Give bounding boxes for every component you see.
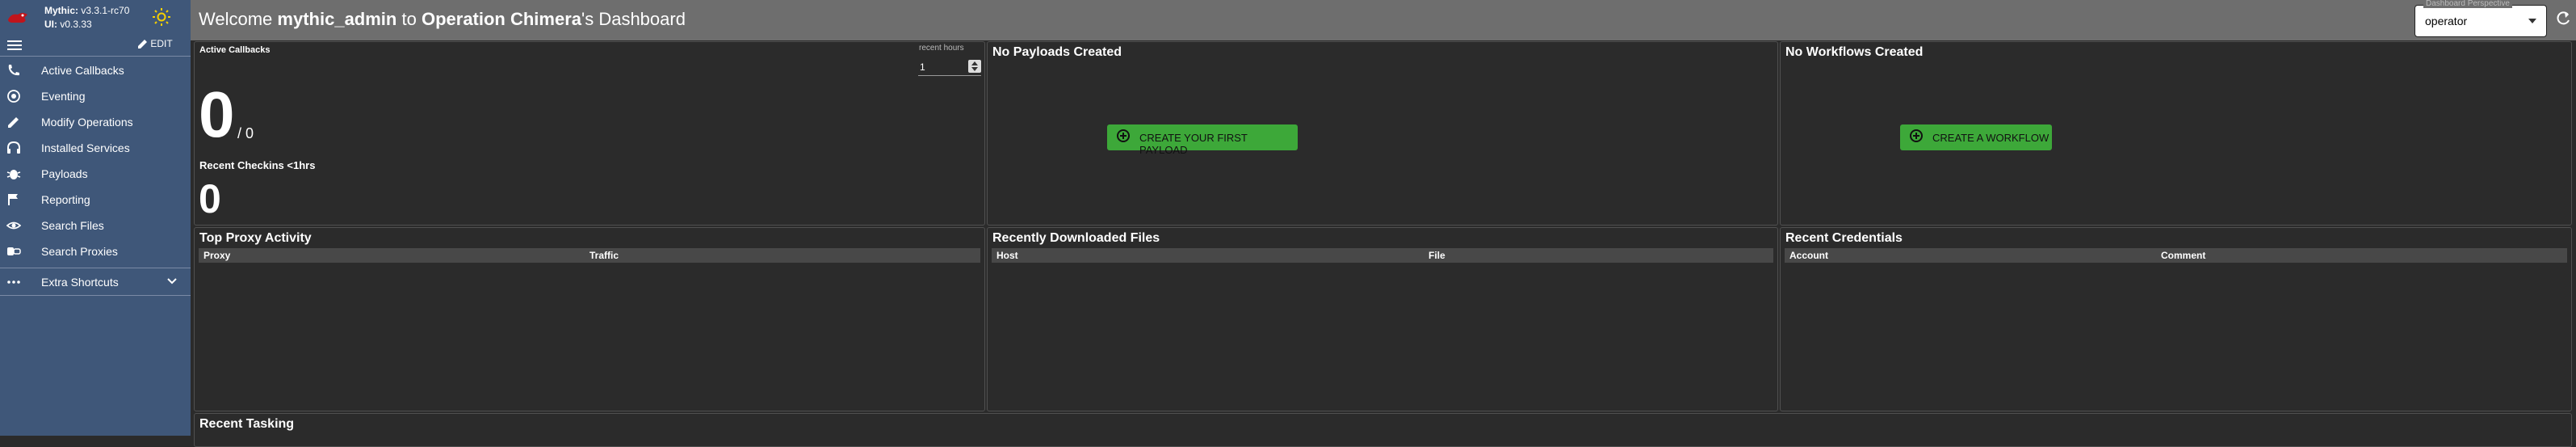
sidebar-item-installed-services[interactable]: Installed Services	[0, 135, 191, 161]
recent-hours-value: 1	[920, 61, 925, 73]
column-header-account[interactable]: Account	[1789, 250, 1828, 261]
pencil-icon	[138, 40, 147, 49]
chevron-down-icon	[167, 278, 177, 285]
sidebar-item-label: Search Files	[41, 219, 104, 232]
recent-hours-label: recent hours	[919, 44, 964, 53]
sidebar-item-search-files[interactable]: Search Files	[0, 213, 191, 238]
sidebar-divider	[0, 56, 191, 57]
active-callbacks-count: 0	[199, 78, 235, 150]
add-circle-icon	[1910, 129, 1923, 142]
sidebar-item-label: Reporting	[41, 193, 90, 206]
username: mythic_admin	[277, 9, 397, 29]
sidebar-divider	[0, 295, 191, 296]
page-title: Welcome mythic_admin to Operation Chimer…	[199, 9, 686, 29]
button-label: CREATE YOUR FIRST PAYLOAD	[1139, 132, 1248, 156]
create-workflow-button[interactable]: CREATE A WORKFLOW	[1900, 124, 2052, 150]
flag-icon	[8, 194, 18, 205]
eventing-icon	[7, 90, 20, 103]
sidebar-item-payloads[interactable]: Payloads	[0, 161, 191, 187]
number-spinner-icon[interactable]	[968, 60, 981, 73]
table-header: Host File	[992, 248, 1773, 263]
add-circle-icon	[1117, 129, 1130, 142]
recent-credentials-panel: Recent Credentials Account Comment	[1780, 227, 2572, 411]
proxy-icon	[7, 247, 21, 255]
table-header: Proxy Traffic	[199, 248, 980, 263]
top-header: Welcome mythic_admin to Operation Chimer…	[191, 0, 2576, 40]
operation-name: Operation Chimera	[421, 9, 582, 29]
headphones-icon	[7, 141, 20, 154]
brand-area: Mythic: v3.3.1-rc70 UI: v0.3.33	[0, 0, 191, 36]
column-header-traffic[interactable]: Traffic	[589, 250, 619, 261]
button-label: CREATE A WORKFLOW	[1932, 132, 2049, 144]
edit-shortcuts-button[interactable]: EDIT	[137, 38, 173, 49]
dashboard-perspective-select[interactable]: Dashboard Perspective operator	[2414, 0, 2547, 37]
total-callbacks: / 0	[237, 125, 254, 141]
column-header-comment[interactable]: Comment	[2161, 250, 2205, 261]
sidebar-item-search-proxies[interactable]: Search Proxies	[0, 238, 191, 264]
top-proxy-activity-panel: Top Proxy Activity Proxy Traffic	[194, 227, 985, 411]
sidebar-item-label: Search Proxies	[41, 245, 118, 258]
sidebar-item-label: Modify Operations	[41, 116, 133, 129]
ui-version: UI: v0.3.33	[44, 19, 92, 30]
mythic-logo-icon[interactable]	[6, 8, 29, 27]
refresh-icon[interactable]	[2554, 10, 2572, 27]
panel-title: Recently Downloaded Files	[992, 231, 1160, 245]
column-header-host[interactable]: Host	[996, 250, 1018, 261]
sidebar: Mythic: v3.3.1-rc70 UI: v0.3.33 EDIT Act…	[0, 0, 191, 436]
recent-tasking-panel: Recent Tasking	[194, 413, 2572, 447]
workflows-panel: No Workflows Created CREATE A WORKFLOW	[1780, 41, 2572, 226]
payloads-panel: No Payloads Created CREATE YOUR FIRST PA…	[987, 41, 1778, 226]
sidebar-item-label: Extra Shortcuts	[41, 276, 119, 289]
sidebar-item-label: Eventing	[41, 90, 86, 103]
hamburger-menu-icon[interactable]	[7, 40, 22, 51]
sidebar-item-eventing[interactable]: Eventing	[0, 83, 191, 109]
menu-row: EDIT	[0, 36, 191, 55]
sidebar-item-active-callbacks[interactable]: Active Callbacks	[0, 57, 191, 83]
pencil-icon	[8, 117, 19, 128]
recently-downloaded-files-panel: Recently Downloaded Files Host File	[987, 227, 1778, 411]
create-first-payload-button[interactable]: CREATE YOUR FIRST PAYLOAD	[1107, 124, 1298, 156]
recent-hours-input[interactable]: 1	[918, 57, 981, 76]
phone-icon	[8, 65, 19, 76]
panel-title: No Payloads Created	[992, 45, 1122, 59]
sidebar-item-label: Payloads	[41, 167, 88, 180]
recent-checkins-title: Recent Checkins <1hrs	[199, 159, 316, 171]
column-header-proxy[interactable]: Proxy	[203, 250, 230, 261]
theme-toggle-sun-icon[interactable]	[152, 7, 171, 27]
dropdown-arrow-icon	[2528, 19, 2536, 23]
sidebar-item-label: Installed Services	[41, 141, 130, 154]
eye-icon	[6, 221, 21, 230]
sidebar-item-modify-operations[interactable]: Modify Operations	[0, 109, 191, 135]
sidebar-item-label: Active Callbacks	[41, 64, 124, 77]
panel-title: Recent Tasking	[199, 417, 295, 431]
active-callbacks-panel: Active Callbacks recent hours 1 0 / 0 Re…	[194, 41, 985, 226]
edit-label: EDIT	[150, 38, 173, 49]
perspective-value: operator	[2425, 15, 2468, 27]
mythic-version: Mythic: v3.3.1-rc70	[44, 5, 130, 16]
perspective-label: Dashboard Perspective	[2423, 0, 2512, 8]
panel-title: No Workflows Created	[1785, 45, 1924, 59]
panel-title: Active Callbacks	[199, 45, 271, 55]
sidebar-item-extra-shortcuts[interactable]: Extra Shortcuts	[0, 269, 191, 295]
table-header: Account Comment	[1785, 248, 2567, 263]
more-horizontal-icon	[7, 280, 20, 284]
column-header-file[interactable]: File	[1429, 250, 1445, 261]
bug-icon	[6, 170, 21, 179]
sidebar-item-reporting[interactable]: Reporting	[0, 187, 191, 213]
recent-checkins-count: 0	[199, 176, 221, 221]
panel-title: Recent Credentials	[1785, 231, 1903, 245]
panel-title: Top Proxy Activity	[199, 231, 312, 245]
